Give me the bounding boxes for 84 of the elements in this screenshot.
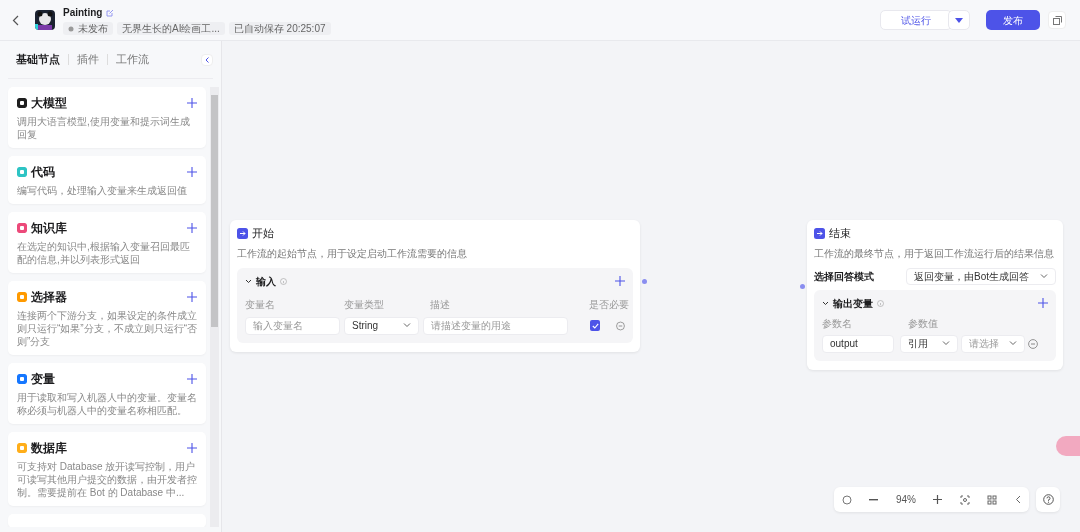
column-header: 描述 xyxy=(430,297,451,312)
end-icon xyxy=(814,228,825,240)
section-title: 输出变量 xyxy=(833,296,873,311)
input-port[interactable] xyxy=(800,284,805,289)
chevron-down-icon xyxy=(1009,341,1017,347)
output-port[interactable] xyxy=(642,279,647,284)
chevron-down-icon xyxy=(942,341,950,347)
help-icon[interactable] xyxy=(1042,494,1054,505)
layout-icon[interactable] xyxy=(987,494,998,505)
node-title: 代码 xyxy=(31,164,55,181)
node-description: 在选定的知识中,根据输入变量召回最匹配的信息,并以列表形式返回 xyxy=(17,240,191,266)
node-description: 调用大语言模型,使用变量和提示词生成回复 xyxy=(17,115,191,141)
edit-icon[interactable] xyxy=(106,8,115,17)
autosave-tag: 已自动保存 20:25:07 xyxy=(228,22,331,35)
status-icon xyxy=(68,25,74,32)
start-icon xyxy=(237,228,248,240)
chevron-left-icon[interactable] xyxy=(1014,495,1021,504)
node-title: 数据库 xyxy=(31,440,67,457)
mode-select[interactable]: 返回变量，由Bot生成回答 xyxy=(906,267,1056,285)
node-title: 结束 xyxy=(829,226,851,241)
run-options-button[interactable] xyxy=(948,10,970,30)
add-icon[interactable] xyxy=(1038,298,1048,309)
node-description: 用于读取和写入机器人中的变量。变量名称必须与机器人中的变量名称相匹配。 xyxy=(17,391,197,417)
remove-icon[interactable] xyxy=(616,320,625,331)
node-title: 大模型 xyxy=(31,95,67,112)
mode-label: 选择回答模式 xyxy=(814,269,874,284)
add-icon[interactable] xyxy=(187,98,197,108)
node-card[interactable]: 大模型 调用大语言模型,使用变量和提示词生成回复 xyxy=(8,87,206,148)
description-tag: 无界生长的AI绘画工... xyxy=(117,22,225,35)
back-icon[interactable] xyxy=(12,14,19,26)
chevron-down-icon[interactable] xyxy=(245,278,252,284)
node-description: 编写代码，处理输入变量来生成返回值 xyxy=(17,184,188,197)
caret-icon xyxy=(955,17,963,23)
node-card[interactable]: 数据库 可支持对 Database 放开读写控制，用户可读写其他用户提交的数据，由开发者控制。需要提前在 Bot 的 Database 中... xyxy=(8,432,206,506)
zoom-level: 94% xyxy=(895,493,916,507)
remove-icon[interactable] xyxy=(1028,338,1038,349)
add-icon[interactable] xyxy=(187,292,197,302)
add-icon[interactable] xyxy=(615,276,625,287)
copy-button[interactable] xyxy=(1048,11,1066,29)
node-description: 连接两个下游分支，如果设定的条件成立则只运行“如果”分支，不成立则只运行“否则”分支 xyxy=(17,309,197,348)
sidebar-tab[interactable]: 工作流 xyxy=(107,54,157,65)
node-description: 可支持对 Database 放开读写控制，用户可读写其他用户提交的数据，由开发者控制。需要提前在 Bot 的 Database 中... xyxy=(17,460,197,499)
node-title: 变量 xyxy=(31,371,55,388)
column-header: 参数名 xyxy=(822,316,853,331)
add-icon[interactable] xyxy=(187,443,197,453)
add-icon[interactable] xyxy=(187,223,197,233)
sidebar-tab[interactable]: 基础节点 xyxy=(8,54,68,65)
test-run-button[interactable]: 试运行 xyxy=(880,10,952,30)
column-header: 变量名 xyxy=(245,297,276,312)
publish-button[interactable]: 发布 xyxy=(986,10,1040,30)
zoom-out-icon[interactable] xyxy=(869,498,879,501)
node-description: 工作流的最终节点，用于返回工作流运行后的结果信息 xyxy=(814,246,1055,261)
column-header: 变量类型 xyxy=(344,297,385,312)
node-title: 知识库 xyxy=(31,220,67,237)
required-checkbox[interactable] xyxy=(590,320,601,332)
name-field[interactable]: 输入变量名 xyxy=(245,316,340,335)
fit-view-icon[interactable] xyxy=(959,494,970,505)
chevron-down-icon[interactable] xyxy=(822,300,829,306)
description-field[interactable]: 请描述变量的用途 xyxy=(423,316,569,335)
scrollbar[interactable] xyxy=(210,87,219,527)
name-field[interactable]: output xyxy=(822,334,894,353)
type-select[interactable]: String xyxy=(344,316,420,335)
add-icon[interactable] xyxy=(187,374,197,384)
zoom-in-icon[interactable] xyxy=(933,495,943,504)
chevron-left-icon xyxy=(205,56,209,63)
node-description: 工作流的起始节点，用于设定启动工作流需要的信息 xyxy=(237,246,468,261)
node-card[interactable]: 代码 编写代码，处理输入变量来生成返回值 xyxy=(8,156,206,204)
section-title: 输入 xyxy=(256,274,276,289)
chevron-down-icon xyxy=(403,323,412,329)
node-card[interactable]: 选择器 连接两个下游分支，如果设定的条件成立则只运行“如果”分支，不成立则只运行“否则”分支 xyxy=(8,281,206,355)
node-card[interactable]: 变量 用于读取和写入机器人中的变量。变量名称必须与机器人中的变量名称相匹配。 xyxy=(8,363,206,424)
collapse-button[interactable] xyxy=(201,53,213,66)
copy-icon xyxy=(1052,15,1062,25)
chevron-down-icon xyxy=(1040,273,1048,279)
status-label: 未发布 xyxy=(78,22,108,35)
node-title: 选择器 xyxy=(31,289,67,306)
add-icon[interactable] xyxy=(187,167,197,177)
column-header: 是否必要 xyxy=(589,297,629,312)
node-card[interactable]: 知识库 在选定的知识中,根据输入变量召回最匹配的信息,并以列表形式返回 xyxy=(8,212,206,273)
source-select[interactable]: 引用 xyxy=(900,334,958,353)
node-title: 开始 xyxy=(252,226,274,241)
column-header: 参数值 xyxy=(908,316,939,331)
sidebar-tab[interactable]: 插件 xyxy=(68,54,107,65)
app-title: Painting xyxy=(63,6,103,20)
